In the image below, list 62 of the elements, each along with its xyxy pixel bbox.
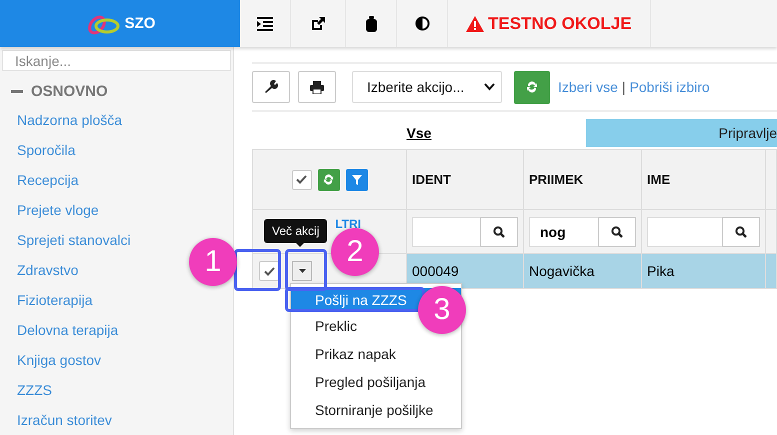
select-all-link[interactable]: Izberi vse [558,79,618,95]
search-icon [611,226,623,238]
link-separator: | [622,79,626,95]
chevron-down-icon [484,83,495,91]
checkbox[interactable] [292,170,312,190]
menu-item[interactable]: Prikaz napak [315,340,396,368]
sidebar-item[interactable]: Sporočila [17,135,76,165]
table-cell: Nogavička [524,254,642,289]
settings-button[interactable] [252,71,290,103]
refresh-button[interactable] [514,70,550,104]
check-icon [264,266,274,276]
sidebar-item[interactable]: Nadzorna plošča [17,105,122,135]
indent-icon[interactable] [257,16,273,30]
contrast-icon[interactable] [414,16,430,31]
search-field[interactable]: Iskanje... [2,50,231,71]
sidebar-item[interactable]: Recepcija [17,165,78,195]
refresh-button[interactable] [318,168,340,190]
sidebar-item[interactable]: Delovna terapija [17,315,118,345]
sidebar-item[interactable]: Zdravstvo [17,255,78,285]
filter-field[interactable]: nog [529,216,598,246]
external-link-icon[interactable] [310,16,326,32]
wrench-icon [264,80,278,94]
search-icon [493,226,505,238]
app-name: SZO [124,15,156,32]
print-icon [310,80,324,94]
menu-item[interactable]: Preklic [315,312,358,340]
clear-selection-link[interactable]: Pobriši izbiro [630,79,710,95]
filters-link[interactable]: LTRI [335,217,361,231]
search-button[interactable] [598,216,636,246]
more-actions-button[interactable] [292,261,312,281]
menu-item[interactable]: Storniranje pošiljke [315,396,434,424]
filter-button[interactable] [346,168,368,190]
search-button[interactable] [722,216,760,246]
sidebar-item[interactable]: ZZZS [17,375,52,405]
sidebar-item[interactable]: Prejete vloge [17,195,99,225]
print-button[interactable] [298,71,336,103]
bag-icon[interactable] [364,16,378,32]
caret-icon [298,269,306,273]
check-icon [296,175,307,184]
sidebar-item[interactable]: Knjiga gostov [17,345,102,375]
filter-field[interactable] [412,216,480,246]
table-cell: Pika [642,254,766,289]
refresh-icon [526,81,538,93]
search-icon [735,226,747,238]
filter-icon [352,174,362,184]
column-header[interactable]: PRIIMEK [524,150,642,210]
section-heading[interactable]: OSNOVNO [31,83,108,100]
sidebar-item[interactable]: Izračun storitev [17,405,112,435]
action-select[interactable]: Izberite akcijo... [352,71,502,103]
menu-item[interactable]: Pregled pošiljanja [315,368,426,396]
sidebar-item[interactable]: Sprejeti stanovalci [17,225,131,255]
filter-field[interactable] [647,216,722,246]
refresh-icon [323,174,334,185]
environment-warning: TESTNO OKOLJE [488,14,632,34]
column-header[interactable]: IDENT [407,150,524,210]
column-header[interactable]: IME [642,150,766,210]
checkbox[interactable] [259,261,279,281]
warning-icon [466,16,484,32]
table-cell: 000049 [407,254,524,289]
sidebar-item[interactable]: Fizioterapija [17,285,92,315]
search-button[interactable] [480,216,518,246]
tab[interactable]: Pripravlje [586,119,777,147]
